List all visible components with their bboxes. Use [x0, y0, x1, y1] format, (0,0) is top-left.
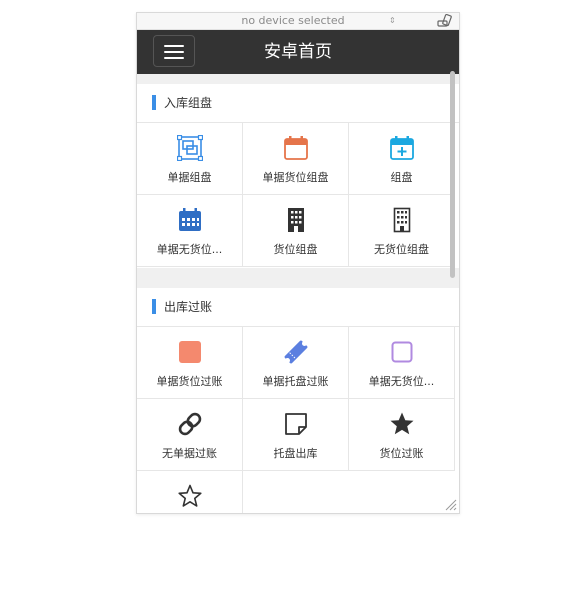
scrollbar-thumb[interactable]	[450, 71, 455, 278]
app-header: 安卓首页	[137, 30, 459, 74]
grid-item-bill-tray-posting[interactable]: 单据托盘过账	[243, 327, 349, 399]
grid-item-label: 单据无货位...	[156, 243, 223, 256]
main-content[interactable]: 入库组盘 单据组盘 单据货位组盘 组盘 单据无货位... 货位组盘 无货位组盘 …	[137, 74, 459, 513]
grid-item-label: 货位过账	[379, 447, 424, 460]
grid-item-favorite[interactable]	[137, 471, 243, 513]
grid-item-bill-no-location[interactable]: 单据无货位...	[137, 195, 243, 267]
grid-item-location-posting[interactable]: 货位过账	[349, 399, 455, 471]
hamburger-line	[164, 45, 184, 47]
building-outline-icon	[393, 207, 410, 233]
grid-item-pallet[interactable]: 组盘	[349, 123, 455, 195]
ticket-icon	[284, 340, 307, 364]
device-toolbar: no device selected ⇕	[137, 13, 459, 30]
chain-link-icon	[178, 412, 201, 436]
select-caret-icon: ⇕	[389, 16, 396, 25]
grid-item-no-location-pallet[interactable]: 无货位组盘	[349, 195, 455, 267]
section-header: 入库组盘	[137, 84, 459, 123]
square-outline-icon	[391, 341, 412, 363]
grid-item-no-bill-posting[interactable]: 无单据过账	[137, 399, 243, 471]
square-filled-icon	[178, 341, 201, 363]
calendar-plus-icon	[389, 136, 414, 160]
device-select[interactable]: no device selected	[177, 13, 409, 29]
grid-item-tray-outbound[interactable]: 托盘出库	[243, 399, 349, 471]
grid-item-bill-pallet[interactable]: 单据组盘	[137, 123, 243, 195]
resize-grip-icon[interactable]	[443, 497, 457, 511]
grid-item-bill-no-location-posting[interactable]: 单据无货位...	[349, 327, 455, 399]
hamburger-line	[164, 51, 184, 53]
sticky-note-icon	[284, 413, 307, 435]
grid-item-label: 无单据过账	[162, 447, 217, 460]
section-title: 入库组盘	[164, 96, 213, 110]
grid-item-label: 单据货位组盘	[262, 171, 329, 184]
grid-item-bill-location-pallet[interactable]: 单据货位组盘	[243, 123, 349, 195]
star-filled-icon	[390, 412, 413, 435]
building-icon	[287, 208, 304, 232]
grid-item-label: 无货位组盘	[374, 243, 429, 256]
grid-item-bill-location-posting[interactable]: 单据货位过账	[137, 327, 243, 399]
section-accent-bar	[152, 95, 156, 110]
grid-item-location-pallet[interactable]: 货位组盘	[243, 195, 349, 267]
star-outline-icon	[177, 484, 202, 507]
grid-item-label: 单据货位过账	[156, 375, 223, 388]
section-title: 出库过账	[164, 300, 213, 314]
hamburger-line	[164, 57, 184, 59]
menu-button[interactable]	[153, 35, 195, 67]
section-inbound: 入库组盘 单据组盘 单据货位组盘 组盘 单据无货位... 货位组盘 无货位组盘	[137, 84, 459, 268]
grid-item-label: 单据组盘	[167, 171, 212, 184]
rotate-device-icon[interactable]	[437, 14, 453, 28]
grid-item-label: 托盘出库	[273, 447, 318, 460]
grid-item-label: 单据托盘过账	[262, 375, 329, 388]
image-frame-icon	[176, 135, 203, 161]
device-frame: no device selected ⇕ 安卓首页 入库组盘 单据组盘 单据货位…	[136, 12, 460, 514]
calendar-grid-icon	[178, 208, 201, 231]
section-accent-bar	[152, 299, 156, 314]
grid-item-label: 货位组盘	[273, 243, 318, 256]
calendar-icon	[283, 136, 308, 160]
section-header: 出库过账	[137, 288, 459, 327]
grid-item-label: 组盘	[390, 171, 413, 184]
grid-item-label: 单据无货位...	[368, 375, 435, 388]
section-outbound: 出库过账 单据货位过账 单据托盘过账 单据无货位... 无单据过账 托盘出库 货…	[137, 288, 459, 513]
